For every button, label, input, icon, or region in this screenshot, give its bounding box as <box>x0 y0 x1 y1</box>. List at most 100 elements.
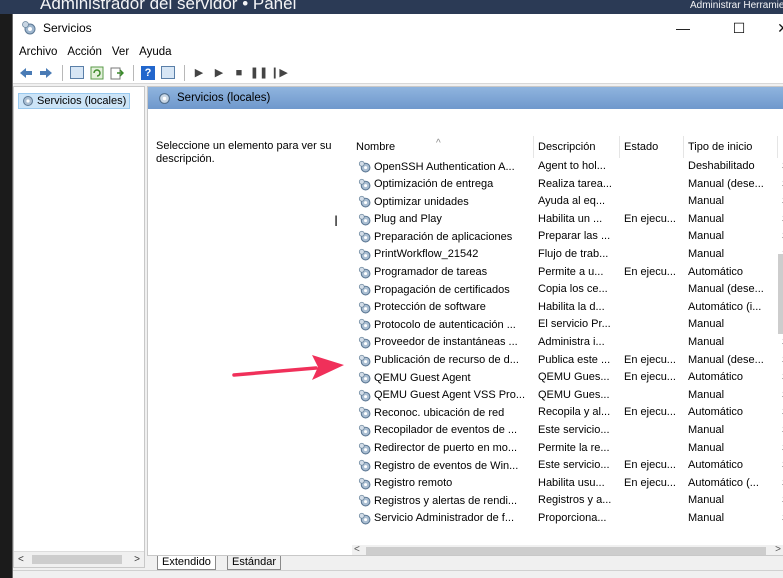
refresh-button[interactable] <box>88 64 106 82</box>
menu-accion[interactable]: Acción <box>67 46 102 58</box>
service-startup-type-cell: Manual <box>688 212 725 225</box>
gear-icon <box>358 407 371 419</box>
gear-icon <box>358 512 371 525</box>
table-row[interactable]: Propagación de certificados Copia los ce.… <box>352 281 783 299</box>
restart-service-button[interactable]: ❙▶ <box>270 64 288 82</box>
service-rows: OpenSSH Authentication A... Agent to hol.… <box>352 158 783 527</box>
table-row[interactable]: PrintWorkflow_21542 Flujo de trab... Manua… <box>352 246 783 264</box>
service-name: Registro de eventos de Win... <box>374 459 519 472</box>
gear-icon <box>358 160 371 173</box>
maximize-button[interactable]: ☐ <box>719 14 759 42</box>
services-window: Servicios — ☐ ✕ Archivo Acción Ver Ayuda… <box>12 14 783 578</box>
service-name-cell: Optimización de entrega <box>358 178 534 191</box>
service-startup-type-cell: Manual <box>688 441 725 454</box>
tab-extendido[interactable]: Extendido <box>157 556 216 570</box>
service-name: Protocolo de autenticación ... <box>374 318 516 331</box>
column-header-inicio-sesion[interactable]: In <box>778 136 783 158</box>
table-row[interactable]: OpenSSH Authentication A... Agent to hol.… <box>352 158 783 176</box>
service-name-cell: Servicio Administrador de f... <box>358 512 534 525</box>
close-button[interactable]: ✕ <box>763 14 783 42</box>
pause-service-button[interactable]: ❚❚ <box>250 64 268 82</box>
table-row[interactable]: Recopilador de eventos de ... Este servic… <box>352 422 783 440</box>
scroll-right-button[interactable]: > <box>775 544 781 555</box>
stop-service-button[interactable]: ■ <box>230 64 248 82</box>
list-horizontal-scrollbar[interactable]: < > <box>352 544 783 555</box>
properties-button[interactable] <box>159 64 177 82</box>
service-description-cell: Este servicio... <box>538 423 610 436</box>
menu-ayuda[interactable]: Ayuda <box>139 46 171 58</box>
service-name: Redirector de puerto en mo... <box>374 442 518 454</box>
column-header-descripcion[interactable]: Descripción <box>534 136 620 158</box>
service-description-cell: Habilita usu... <box>538 476 605 489</box>
gear-icon <box>22 21 36 35</box>
start-service-alt-button[interactable]: ▶ <box>210 64 228 82</box>
pane-header-title: Servicios (locales) <box>177 92 271 104</box>
service-name-cell: Recopilador de eventos de ... <box>358 424 534 437</box>
scroll-right-button[interactable]: > <box>134 554 140 565</box>
table-row[interactable]: Protección de software Habilita la d... Au… <box>352 299 783 317</box>
table-row[interactable]: QEMU Guest Agent QEMU Gues... En ejecu... A… <box>352 369 783 387</box>
scroll-left-button[interactable]: < <box>354 544 360 555</box>
column-header-estado[interactable]: Estado <box>620 136 684 158</box>
table-row[interactable]: Optimizar unidadesAyuda al eq...ManualSi <box>352 193 783 211</box>
minimize-button[interactable]: — <box>663 14 703 42</box>
background-window-menu: Administrar Herramientas <box>690 0 783 11</box>
scroll-thumb[interactable] <box>32 555 122 564</box>
table-row[interactable]: Redirector de puerto en mo... Permite la … <box>352 440 783 458</box>
service-startup-type-cell: Automático <box>688 459 744 472</box>
sort-indicator-icon: ^ <box>436 138 441 149</box>
service-startup-type-cell: Manual <box>688 511 725 524</box>
toolbar: ? ▶ ▶ ■ ❚❚ ❙▶ <box>13 62 783 84</box>
service-status-cell: En ejecu... <box>624 265 676 278</box>
title-bar[interactable]: Servicios — ☐ ✕ <box>13 14 783 42</box>
menu-ver[interactable]: Ver <box>112 46 129 58</box>
tab-estandar[interactable]: Estándar <box>227 556 282 570</box>
gear-icon <box>23 96 33 106</box>
table-row[interactable]: Protocolo de autenticación ... El servici… <box>352 316 783 334</box>
gear-icon <box>358 460 371 472</box>
column-header-nombre[interactable]: Nombre <box>352 136 534 158</box>
table-row[interactable]: Programador de tareas Permite a u... En ej… <box>352 264 783 282</box>
scroll-thumb[interactable] <box>366 547 766 555</box>
gear-icon <box>358 424 371 437</box>
forward-button[interactable] <box>37 64 55 82</box>
table-row[interactable]: Reconoc. ubicación de red Recopila y al..… <box>352 404 783 422</box>
column-header-tipo-de-inicio[interactable]: Tipo de inicio <box>684 136 778 158</box>
service-description-cell: Habilita un ... <box>538 212 603 225</box>
table-row[interactable]: Servicio Administrador de f... Proporcion… <box>352 510 783 528</box>
scroll-thumb[interactable] <box>778 254 783 334</box>
table-row[interactable]: Proveedor de instantáneas ... Administra … <box>352 334 783 352</box>
export-button[interactable] <box>108 64 126 82</box>
service-name: Plug and Play <box>374 213 442 226</box>
menu-bar: Archivo Acción Ver Ayuda <box>13 42 783 62</box>
service-name: Publicación de recurso de d... <box>374 354 519 367</box>
red-arrow-icon <box>232 355 344 380</box>
table-row[interactable]: Registro de eventos de Win... Este servic… <box>352 457 783 475</box>
list-vertical-scrollbar[interactable] <box>776 254 783 474</box>
console-tree-button[interactable] <box>68 64 86 82</box>
service-name: Registros y alertas de rendi... <box>374 494 518 507</box>
service-description-cell: Registros y a... <box>538 494 612 507</box>
start-service-button[interactable]: ▶ <box>190 64 208 82</box>
table-row[interactable]: Optimización de entrega Realiza tarea... M… <box>352 176 783 194</box>
menu-archivo[interactable]: Archivo <box>19 46 57 58</box>
table-row[interactable]: Registro remoto Habilita usu... En ejecu..… <box>352 475 783 493</box>
scroll-left-button[interactable]: < <box>18 554 24 565</box>
service-name-cell: Optimizar unidades <box>358 195 534 208</box>
background-window-strip: Administrador del servidor • Panel Admin… <box>0 0 783 14</box>
table-row[interactable]: Registros y alertas de rendi... Registros… <box>352 492 783 510</box>
table-row[interactable]: Plug and Play Habilita un ... En ejecu... M… <box>352 211 783 229</box>
service-name: Optimizar unidades <box>374 195 469 208</box>
table-row[interactable]: Preparación de aplicaciones Preparar las … <box>352 228 783 246</box>
back-button[interactable] <box>17 64 35 82</box>
text-cursor-icon: I <box>334 214 339 230</box>
help-button[interactable]: ? <box>139 64 157 82</box>
console-tree: Servicios (locales) < > <box>13 86 145 568</box>
tree-item-servicios-locales[interactable]: Servicios (locales) <box>18 93 131 109</box>
service-status-cell: En ejecu... <box>624 406 676 419</box>
service-description-cell: El servicio Pr... <box>538 318 611 331</box>
tree-horizontal-scrollbar[interactable]: < > <box>14 551 144 567</box>
table-row[interactable]: QEMU Guest Agent VSS Pro... QEMU Gues... M… <box>352 387 783 405</box>
table-row[interactable]: Publicación de recurso de d... Publica es… <box>352 352 783 370</box>
service-description: Seleccione un elemento para ver su descr… <box>156 140 332 165</box>
